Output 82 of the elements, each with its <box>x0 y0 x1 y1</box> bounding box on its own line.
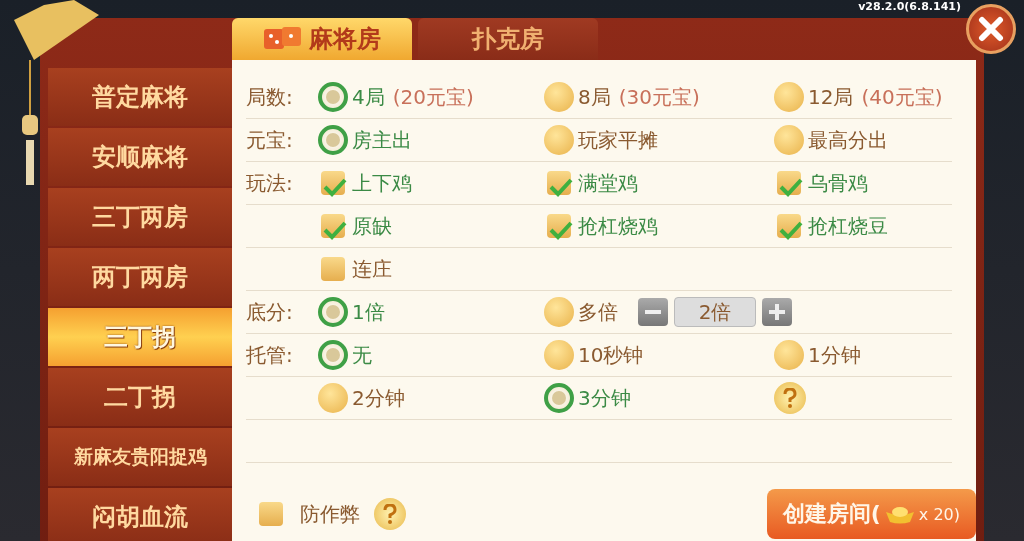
cost-note: (40元宝) <box>861 83 943 111</box>
radio-button[interactable] <box>318 383 348 413</box>
checkbox[interactable] <box>547 171 571 195</box>
option-label: 1倍 <box>352 298 385 326</box>
radio-button[interactable] <box>544 82 574 112</box>
sidebar-item[interactable]: 二丁拐 <box>48 368 232 426</box>
option-label: 无 <box>352 341 372 369</box>
minus-button[interactable] <box>638 298 668 326</box>
checkmark-icon <box>549 220 573 240</box>
sidebar-item[interactable]: 新麻友贵阳捉鸡 <box>48 428 232 486</box>
option-label: 多倍 <box>578 298 618 326</box>
option-label: 12局 <box>808 83 854 111</box>
sidebar-item[interactable]: 两丁两房 <box>48 248 232 306</box>
row-label: 底分: <box>246 298 294 326</box>
checkbox[interactable] <box>321 171 345 195</box>
checkbox[interactable] <box>259 502 283 526</box>
checkbox[interactable] <box>777 214 801 238</box>
option-label: 上下鸡 <box>352 169 412 197</box>
sidebar-item[interactable]: 闷胡血流 <box>48 488 232 541</box>
option-label: 房主出 <box>352 126 412 154</box>
option-label: 原缺 <box>352 212 392 240</box>
cost-note: (20元宝) <box>392 83 474 111</box>
radio-dot-icon <box>326 133 340 147</box>
radio-dot-icon <box>552 391 566 405</box>
row-label: 元宝: <box>246 126 294 154</box>
row-label: 局数: <box>246 83 294 111</box>
checkmark-icon <box>779 220 803 240</box>
sidebar-item[interactable]: 安顺麻将 <box>48 128 232 186</box>
checkmark-icon <box>323 220 347 240</box>
option-label: 10秒钟 <box>578 341 644 369</box>
checkmark-icon <box>779 177 803 197</box>
radio-dot-icon <box>326 305 340 319</box>
checkbox[interactable] <box>321 214 345 238</box>
checkbox[interactable] <box>777 171 801 195</box>
option-label: 玩家平摊 <box>578 126 658 154</box>
radio-button[interactable] <box>318 82 348 112</box>
radio-button[interactable] <box>544 383 574 413</box>
radio-button[interactable] <box>318 340 348 370</box>
radio-button[interactable] <box>774 82 804 112</box>
radio-dot-icon <box>326 90 340 104</box>
plus-button[interactable] <box>762 298 792 326</box>
radio-button[interactable] <box>544 297 574 327</box>
radio-button[interactable] <box>318 297 348 327</box>
help-icon[interactable] <box>374 498 406 530</box>
radio-button[interactable] <box>774 125 804 155</box>
radio-button[interactable] <box>544 340 574 370</box>
ingot-icon <box>884 504 915 524</box>
option-label: 抢杠烧鸡 <box>578 212 658 240</box>
option-label: 防作弊 <box>300 500 360 528</box>
option-label: 抢杠烧豆 <box>808 212 888 240</box>
create-room-button[interactable]: 创建房间( x 20) <box>766 489 976 539</box>
tab[interactable]: 麻将房 <box>232 18 412 60</box>
option-label: 满堂鸡 <box>578 169 638 197</box>
radio-button[interactable] <box>544 125 574 155</box>
close-button[interactable] <box>966 4 1016 54</box>
option-label: 连庄 <box>352 255 392 283</box>
checkmark-icon <box>323 177 347 197</box>
radio-button[interactable] <box>774 340 804 370</box>
option-label: 乌骨鸡 <box>808 169 868 197</box>
plus-icon <box>769 304 785 320</box>
minus-icon <box>645 310 661 314</box>
radio-button[interactable] <box>318 125 348 155</box>
option-label: 最高分出 <box>808 126 888 154</box>
close-icon <box>978 16 1004 42</box>
cost-note: (30元宝) <box>618 83 700 111</box>
sidebar-item[interactable]: 三丁两房 <box>48 188 232 246</box>
version-text: v28.2.0(6.8.141) <box>855 0 964 13</box>
checkbox[interactable] <box>547 214 571 238</box>
multiplier-field[interactable]: 2倍 <box>674 297 756 327</box>
option-label: 1分钟 <box>808 341 861 369</box>
radio-dot-icon <box>326 348 340 362</box>
option-label: 4局 <box>352 83 385 111</box>
option-label: 8局 <box>578 83 611 111</box>
help-icon[interactable] <box>774 382 806 414</box>
option-label: 2分钟 <box>352 384 405 412</box>
sidebar-item[interactable]: 普定麻将 <box>48 68 232 126</box>
checkbox[interactable] <box>321 257 345 281</box>
row-label: 玩法: <box>246 169 294 197</box>
checkmark-icon <box>549 177 573 197</box>
tab[interactable]: 扑克房 <box>418 18 598 60</box>
row-label: 托管: <box>246 341 294 369</box>
option-label: 3分钟 <box>578 384 631 412</box>
